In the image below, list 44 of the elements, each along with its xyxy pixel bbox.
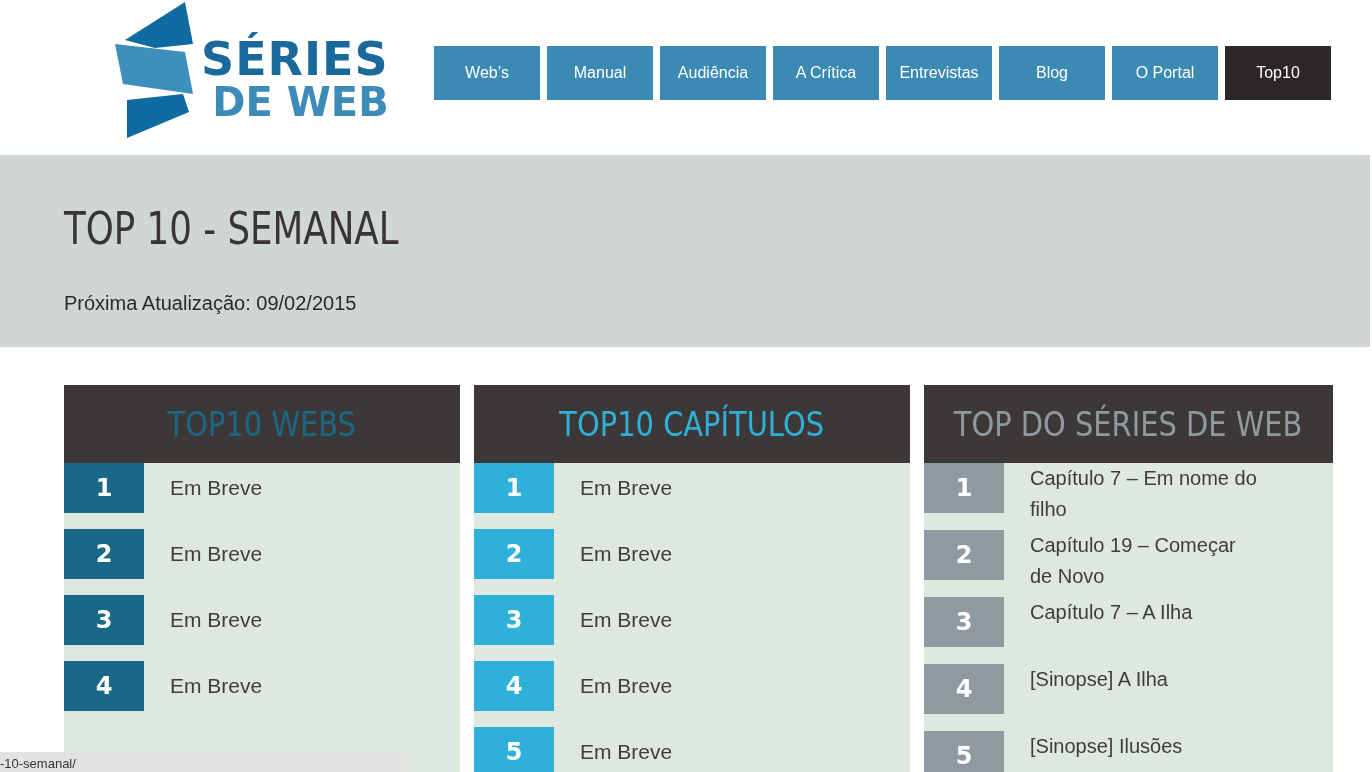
rank-number: 2	[64, 529, 144, 579]
ranking-entry[interactable]: Em Breve	[170, 604, 263, 635]
status-url: -10-semanal/	[0, 755, 76, 772]
nav-link[interactable]: Blog	[999, 46, 1105, 100]
nav-link[interactable]: Entrevistas	[886, 46, 992, 100]
panel-title: TOP10 WEBS	[167, 404, 357, 444]
rank-number: 4	[474, 661, 554, 711]
rank-number: 3	[474, 595, 554, 645]
ranking-entry[interactable]: Em Breve	[580, 736, 673, 767]
nav-link[interactable]: Top10	[1225, 46, 1331, 100]
rank-number: 3	[64, 595, 144, 645]
rank-number: 1	[474, 463, 554, 513]
nav-link[interactable]: A Crítica	[773, 46, 879, 100]
ranking-entry[interactable]: Em Breve	[580, 538, 673, 569]
ranking-entry[interactable]: Capítulo 19 – Começar de Novo	[1030, 530, 1260, 592]
nav-link[interactable]: O Portal	[1112, 46, 1218, 100]
nav-link[interactable]: Manual	[547, 46, 653, 100]
ranking-entry[interactable]: [Sinopse] Ilusões	[1030, 731, 1183, 762]
logo-icon	[115, 2, 195, 138]
rank-number: 2	[924, 530, 1004, 580]
panel-title: TOP DO SÉRIES DE WEB	[954, 404, 1303, 444]
ranking-entry[interactable]: Em Breve	[580, 670, 673, 701]
nav-link[interactable]: Web’s	[434, 46, 540, 100]
rank-number: 4	[64, 661, 144, 711]
update-date: Próxima Atualização: 09/02/2015	[64, 292, 357, 315]
page-title: TOP 10 - SEMANAL	[64, 203, 399, 254]
rank-number: 5	[924, 731, 1004, 772]
ranking-entry[interactable]: Em Breve	[170, 472, 263, 503]
rank-number: 1	[924, 463, 1004, 513]
ranking-entry[interactable]: Em Breve	[170, 670, 263, 701]
ranking-entry[interactable]: Capítulo 7 – Em nome do filho	[1030, 463, 1260, 525]
rank-number: 5	[474, 727, 554, 772]
ranking-entry[interactable]: Capítulo 7 – A Ilha	[1030, 597, 1193, 628]
ranking-entry[interactable]: Em Breve	[170, 538, 263, 569]
rank-number: 3	[924, 597, 1004, 647]
panel-title: TOP10 CAPÍTULOS	[559, 404, 825, 444]
logo-text: DE WEB	[212, 82, 389, 122]
rank-number: 2	[474, 529, 554, 579]
rank-number: 1	[64, 463, 144, 513]
rank-number: 4	[924, 664, 1004, 714]
ranking-entry[interactable]: Em Breve	[580, 604, 673, 635]
ranking-entry[interactable]: Em Breve	[580, 472, 673, 503]
nav-link[interactable]: Audiência	[660, 46, 766, 100]
ranking-entry[interactable]: [Sinopse] A Ilha	[1030, 664, 1168, 695]
